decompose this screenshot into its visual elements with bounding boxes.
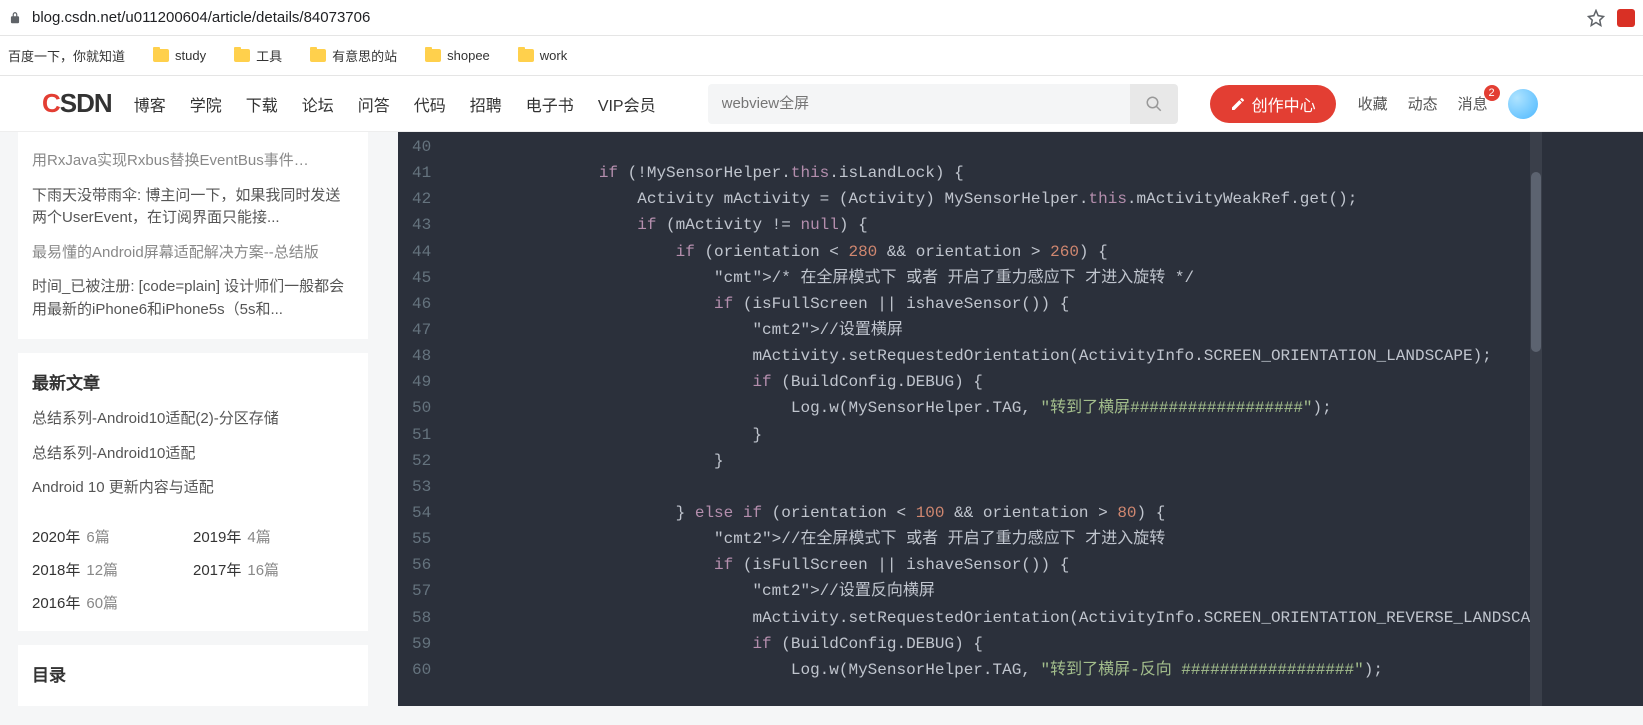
nav-forum[interactable]: 论坛 <box>302 92 334 116</box>
nav-download[interactable]: 下载 <box>246 92 278 116</box>
scrollbar-thumb[interactable] <box>1531 172 1541 352</box>
url-text[interactable]: blog.csdn.net/u011200604/article/details… <box>32 9 1575 26</box>
folder-icon <box>310 49 326 62</box>
nav-academy[interactable]: 学院 <box>190 92 222 116</box>
nav-favorites[interactable]: 收藏 <box>1358 93 1388 114</box>
archive-item[interactable]: 2017年16篇 <box>193 553 354 586</box>
browser-address-bar: blog.csdn.net/u011200604/article/details… <box>0 0 1643 36</box>
bookmark-item[interactable]: 百度一下，你就知道 <box>8 46 125 65</box>
toc-heading: 目录 <box>32 657 354 694</box>
avatar[interactable] <box>1508 89 1538 119</box>
main-nav: 博客 学院 下载 论坛 问答 代码 招聘 电子书 VIP会员 <box>134 92 656 116</box>
archive-item[interactable]: 2019年4篇 <box>193 520 354 553</box>
comment-body[interactable]: 下雨天没带雨伞: 博主问一下，如果我同时发送两个UserEvent，在订阅界面只… <box>32 179 354 236</box>
archive-list: 2020年6篇 2019年4篇 2018年12篇 2017年16篇 2016年6… <box>32 520 354 619</box>
nav-ebook[interactable]: 电子书 <box>526 92 574 116</box>
archive-item[interactable]: 2016年60篇 <box>32 586 193 619</box>
create-button[interactable]: 创作中心 <box>1210 85 1336 123</box>
bookmark-folder-work[interactable]: work <box>518 48 567 63</box>
header-right: 收藏 动态 消息2 <box>1358 89 1538 119</box>
lock-icon <box>8 11 22 25</box>
search-icon <box>1145 95 1163 113</box>
nav-jobs[interactable]: 招聘 <box>470 92 502 116</box>
folder-icon <box>425 49 441 62</box>
latest-item[interactable]: 总结系列-Android10适配(2)-分区存储 <box>32 402 354 437</box>
search-input[interactable] <box>708 84 1130 124</box>
star-icon[interactable] <box>1587 9 1605 27</box>
archive-item[interactable]: 2018年12篇 <box>32 553 193 586</box>
folder-icon <box>518 49 534 62</box>
comment-title[interactable]: 最易懂的Android屏幕适配解决方案--总结版 <box>32 236 354 271</box>
msg-badge: 2 <box>1484 85 1500 101</box>
code-editor[interactable]: 4041424344454647484950515253545556575859… <box>398 132 1643 706</box>
page-body: 用RxJava实现Rxbus替换EventBus事件… 下雨天没带雨伞: 博主问… <box>0 132 1643 706</box>
nav-activity[interactable]: 动态 <box>1408 93 1438 114</box>
latest-item[interactable]: Android 10 更新内容与适配 <box>32 471 354 506</box>
latest-card: 最新文章 总结系列-Android10适配(2)-分区存储 总结系列-Andro… <box>18 353 368 631</box>
pen-icon <box>1230 96 1246 112</box>
latest-heading: 最新文章 <box>32 365 354 402</box>
scrollbar[interactable] <box>1530 132 1542 706</box>
folder-icon <box>153 49 169 62</box>
search-button[interactable] <box>1130 84 1178 124</box>
comment-body[interactable]: 时间_已被注册: [code=plain] 设计师们一般都会用最新的iPhone… <box>32 270 354 327</box>
latest-item[interactable]: 总结系列-Android10适配 <box>32 437 354 472</box>
bookmark-folder-tools[interactable]: 工具 <box>234 46 282 65</box>
code-panel: 4041424344454647484950515253545556575859… <box>398 132 1643 706</box>
comments-card: 用RxJava实现Rxbus替换EventBus事件… 下雨天没带雨伞: 博主问… <box>18 132 368 339</box>
logo[interactable]: CSDN <box>42 88 112 119</box>
site-header: CSDN 博客 学院 下载 论坛 问答 代码 招聘 电子书 VIP会员 创作中心… <box>0 76 1643 132</box>
nav-messages[interactable]: 消息2 <box>1458 93 1488 114</box>
comment-title[interactable]: 用RxJava实现Rxbus替换EventBus事件… <box>32 144 354 179</box>
bookmark-folder-shopee[interactable]: shopee <box>425 48 490 63</box>
search-box <box>708 84 1178 124</box>
toc-card: 目录 <box>18 645 368 706</box>
bookmarks-bar: 百度一下，你就知道 study 工具 有意思的站 shopee work <box>0 36 1643 76</box>
nav-vip[interactable]: VIP会员 <box>598 92 656 116</box>
sidebar: 用RxJava实现Rxbus替换EventBus事件… 下雨天没带雨伞: 博主问… <box>18 132 368 706</box>
folder-icon <box>234 49 250 62</box>
extension-icon[interactable] <box>1617 9 1635 27</box>
archive-item[interactable]: 2020年6篇 <box>32 520 193 553</box>
nav-qa[interactable]: 问答 <box>358 92 390 116</box>
code-lines: if (!MySensorHelper.this.isLandLock) { A… <box>441 132 1530 706</box>
line-gutter: 4041424344454647484950515253545556575859… <box>398 132 441 706</box>
nav-code[interactable]: 代码 <box>414 92 446 116</box>
bookmark-folder-study[interactable]: study <box>153 48 206 63</box>
nav-blog[interactable]: 博客 <box>134 92 166 116</box>
bookmark-folder-interesting[interactable]: 有意思的站 <box>310 46 397 65</box>
